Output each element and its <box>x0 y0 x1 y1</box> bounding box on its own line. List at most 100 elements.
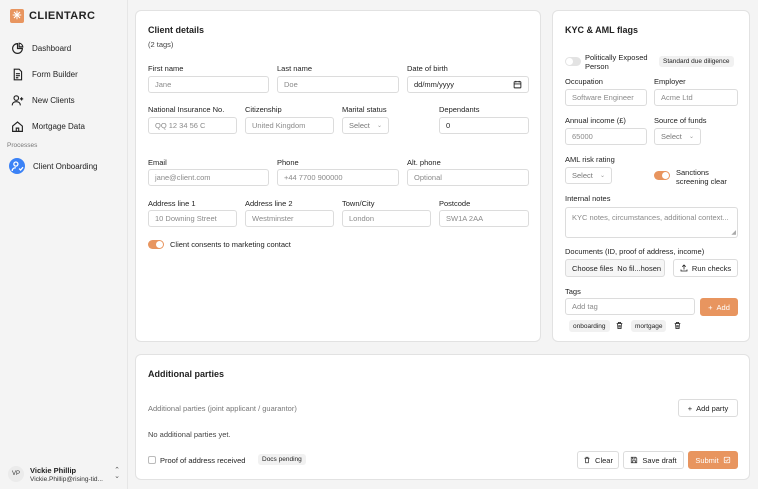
marital-label: Marital status <box>342 105 387 114</box>
user-name: Vickie Phillip <box>30 465 77 475</box>
tag-label: onboarding <box>573 322 606 330</box>
aml-risk-value: Select <box>572 171 593 180</box>
sidebar-item-dashboard[interactable]: Dashboard <box>8 37 122 59</box>
kyc-card: KYC & AML flags Politically Exposed Pers… <box>552 10 750 342</box>
user-flow-icon <box>9 158 25 174</box>
user-email: Vickie.Phillip@rising-tid... <box>30 475 103 483</box>
ni-field[interactable]: QQ 12 34 56 C <box>148 117 237 134</box>
tag-chip: onboarding <box>569 320 610 332</box>
phone-label: Phone <box>277 158 299 167</box>
aml-risk-label: AML risk rating <box>565 155 615 164</box>
client-details-card: Client details (2 tags) First name Jane … <box>135 10 541 342</box>
marital-select[interactable]: Select ⌄ <box>342 117 389 134</box>
submit-label: Submit <box>695 455 719 465</box>
sidebar-item-client-onboarding[interactable]: Client Onboarding <box>8 155 122 177</box>
app-name: CLIENTARC <box>29 10 96 22</box>
dependants-label: Dependants <box>439 105 480 114</box>
trash-icon <box>584 456 590 464</box>
proof-of-address-checkbox[interactable] <box>148 456 156 464</box>
add-tag-field[interactable]: Add tag <box>565 298 695 315</box>
parties-empty-state: No additional parties yet. <box>148 430 231 439</box>
sanctions-label: Sanctions screening clear <box>676 168 727 186</box>
add-party-label: Add party <box>696 403 729 413</box>
citizenship-field[interactable]: United Kingdom <box>245 117 334 134</box>
alt-phone-label: Alt. phone <box>407 158 441 167</box>
pie-chart-icon <box>12 42 24 54</box>
sidebar-item-mortgage-data[interactable]: Mortgage Data <box>8 115 122 137</box>
sidebar-item-label: Client Onboarding <box>33 161 98 171</box>
app-logo[interactable]: ✳ CLIENTARC <box>10 9 95 23</box>
sidebar: ✳ CLIENTARC Dashboard Form Builder New C… <box>0 0 128 489</box>
avatar: VP <box>8 466 24 482</box>
last-name-label: Last name <box>277 64 313 73</box>
marketing-consent-toggle[interactable] <box>148 240 164 249</box>
pep-toggle[interactable] <box>565 57 581 66</box>
tag-chip: mortgage <box>631 320 667 332</box>
notes-textarea[interactable]: KYC notes, circumstances, additional con… <box>565 207 738 238</box>
marketing-consent-label: Client consents to marketing contact <box>170 240 291 249</box>
resize-handle-icon[interactable]: ◢ <box>731 230 736 236</box>
run-checks-button[interactable]: Run checks <box>673 259 738 277</box>
submit-button[interactable]: Submit <box>688 451 738 469</box>
user-menu[interactable]: VP Vickie Phillip Vickie.Phillip@rising-… <box>8 462 120 486</box>
sanctions-toggle[interactable] <box>654 171 670 180</box>
card-title: Additional parties <box>148 369 225 379</box>
source-value: Select <box>661 132 682 141</box>
email-label: Email <box>148 158 167 167</box>
town-label: Town/City <box>342 199 375 208</box>
documents-label: Documents (ID, proof of address, income) <box>565 247 705 256</box>
marital-value: Select <box>349 121 370 130</box>
phone-field[interactable]: +44 7700 900000 <box>277 169 399 186</box>
occupation-field[interactable]: Software Engineer <box>565 89 647 106</box>
dob-label: Date of birth <box>407 64 448 73</box>
clear-button[interactable]: Clear <box>577 451 619 469</box>
first-name-field[interactable]: Jane <box>148 76 269 93</box>
dob-field[interactable]: dd/mm/yyyy <box>407 76 529 93</box>
address2-label: Address line 2 <box>245 199 293 208</box>
add-party-button[interactable]: + Add party <box>678 399 738 417</box>
card-title: KYC & AML flags <box>565 25 639 35</box>
additional-parties-card: Additional parties Additional parties (j… <box>135 354 750 480</box>
income-field[interactable]: 65000 <box>565 128 647 145</box>
income-label: Annual income (£) <box>565 116 626 125</box>
choose-files-button[interactable]: Choose files <box>572 264 613 273</box>
notes-placeholder: KYC notes, circumstances, additional con… <box>572 213 729 222</box>
clear-label: Clear <box>595 455 613 465</box>
trash-icon[interactable] <box>673 321 682 330</box>
alt-phone-field[interactable]: Optional <box>407 169 529 186</box>
chevron-down-icon: ⌄ <box>688 134 694 140</box>
sidebar-item-form-builder[interactable]: Form Builder <box>8 63 122 85</box>
source-label: Source of funds <box>654 116 707 125</box>
trash-icon[interactable] <box>615 321 624 330</box>
parties-subtitle: Additional parties (joint applicant / gu… <box>148 404 297 413</box>
email-field[interactable]: jane@client.com <box>148 169 269 186</box>
sidebar-item-new-clients[interactable]: New Clients <box>8 89 122 111</box>
save-draft-label: Save draft <box>642 455 677 465</box>
pep-label: Politically Exposed Person <box>585 53 648 71</box>
file-input[interactable]: Choose files No fil...hosen <box>565 259 665 277</box>
postcode-label: Postcode <box>439 199 471 208</box>
chevron-down-icon: ⌄ <box>599 173 605 179</box>
town-field[interactable]: London <box>342 210 431 227</box>
plus-icon: + <box>708 302 713 312</box>
due-diligence-badge: Standard due diligence <box>659 56 734 67</box>
address2-field[interactable]: Westminster <box>245 210 334 227</box>
add-tag-button[interactable]: + Add <box>700 298 738 316</box>
dob-value: dd/mm/yyyy <box>414 80 455 89</box>
citizenship-label: Citizenship <box>245 105 282 114</box>
last-name-field[interactable]: Doe <box>277 76 399 93</box>
document-icon <box>13 68 23 80</box>
postcode-field[interactable]: SW1A 2AA <box>439 210 529 227</box>
card-subtitle: (2 tags) <box>148 40 174 49</box>
employer-field[interactable]: Acme Ltd <box>654 89 738 106</box>
submit-icon <box>723 456 730 464</box>
chevron-up-down-icon: ⌃ ⌄ <box>114 467 120 480</box>
logo-mark-icon: ✳ <box>10 9 24 23</box>
source-select[interactable]: Select ⌄ <box>654 128 701 145</box>
dependants-field[interactable]: 0 <box>439 117 529 134</box>
address1-field[interactable]: 10 Downing Street <box>148 210 237 227</box>
sidebar-item-label: Form Builder <box>32 69 78 79</box>
run-checks-label: Run checks <box>691 263 732 273</box>
save-draft-button[interactable]: Save draft <box>623 451 684 469</box>
aml-risk-select[interactable]: Select ⌄ <box>565 167 612 184</box>
